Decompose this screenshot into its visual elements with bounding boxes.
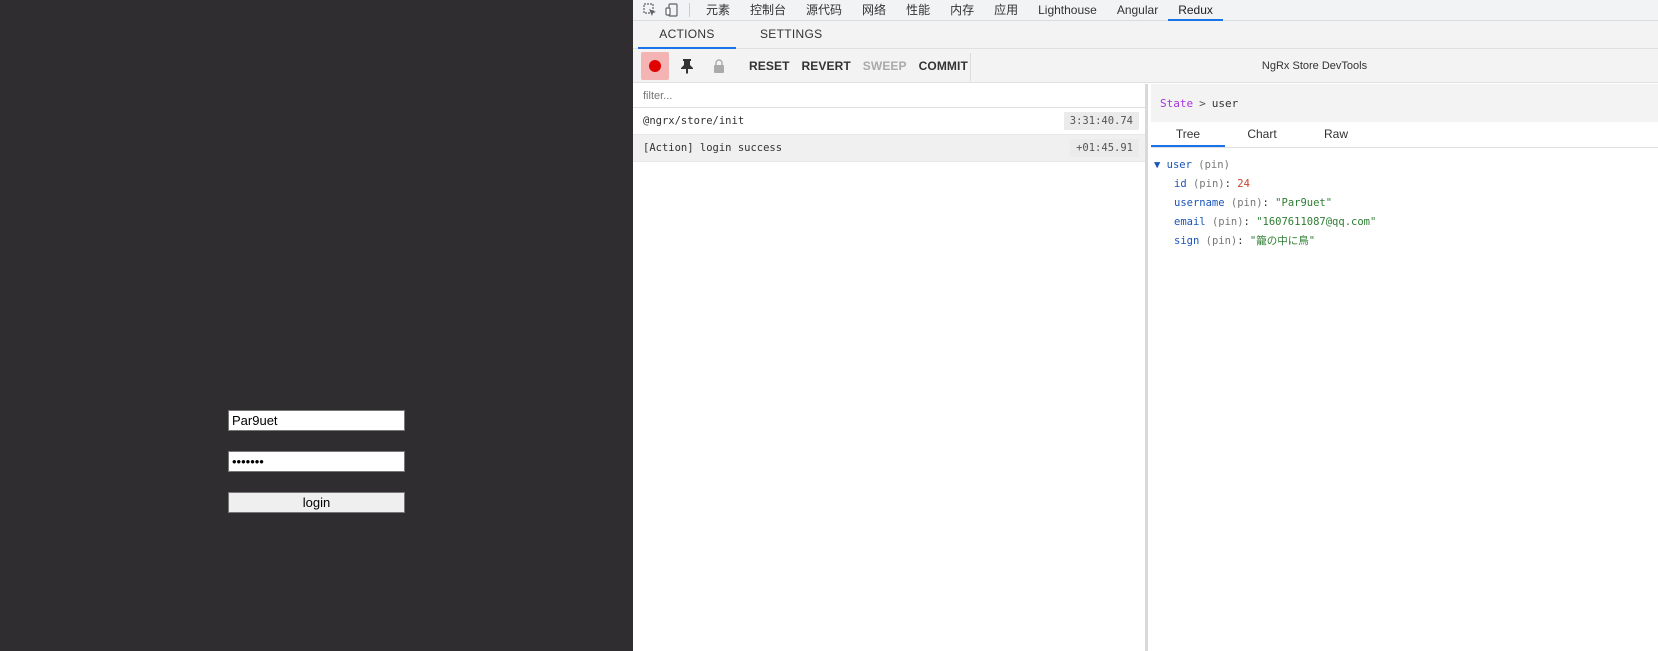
- panel-tab-redux-label: Redux: [1178, 2, 1213, 17]
- tree-key: sign: [1174, 235, 1200, 247]
- action-row[interactable]: @ngrx/store/init 3:31:40.74: [633, 108, 1145, 135]
- state-view-tabs: Tree Chart Raw: [1151, 122, 1658, 148]
- tree-node-sign: sign (pin): "籠の中に鳥": [1154, 232, 1658, 251]
- inspect-element-icon[interactable]: [639, 0, 661, 20]
- lock-button[interactable]: [705, 52, 733, 80]
- tree-colon: :: [1224, 178, 1231, 190]
- panel-tab-performance[interactable]: 性能: [896, 0, 940, 21]
- breadcrumb-separator: >: [1199, 96, 1206, 110]
- panel-tab-application[interactable]: 应用: [984, 0, 1028, 21]
- sweep-button[interactable]: SWEEP: [863, 59, 907, 73]
- tab-chart[interactable]: Chart: [1225, 122, 1299, 147]
- tab-raw[interactable]: Raw: [1299, 122, 1373, 147]
- pin-button[interactable]: [673, 52, 701, 80]
- tree-key: username: [1174, 197, 1225, 209]
- devtools-panel: 元素 控制台 源代码 网络 性能 内存 应用 Lighthouse Angula…: [633, 0, 1658, 651]
- action-time[interactable]: 3:31:40.74: [1063, 112, 1139, 130]
- breadcrumb-current: user: [1211, 96, 1239, 110]
- action-type: @ngrx/store/init: [643, 115, 745, 127]
- tree-pin[interactable]: (pin): [1193, 178, 1225, 190]
- tree-key: user: [1166, 159, 1192, 171]
- tree-colon: :: [1243, 216, 1250, 228]
- devtools-title-text: NgRx Store DevTools: [1261, 60, 1368, 72]
- reset-button[interactable]: RESET: [749, 59, 790, 73]
- tree-pin[interactable]: (pin): [1206, 235, 1238, 247]
- tree-node-id: id (pin): 24: [1154, 175, 1658, 194]
- panel-tab-memory[interactable]: 内存: [940, 0, 984, 21]
- tree-colon: :: [1262, 197, 1269, 209]
- password-input[interactable]: [228, 451, 405, 472]
- app-viewport: login: [0, 0, 633, 651]
- toolbar-divider: [689, 3, 690, 17]
- action-list-pane: @ngrx/store/init 3:31:40.74 [Action] log…: [633, 84, 1148, 651]
- pin-icon: [681, 58, 693, 74]
- tab-tree[interactable]: Tree: [1151, 122, 1225, 147]
- action-row[interactable]: [Action] login success +01:45.91: [633, 135, 1145, 162]
- tree-node-user[interactable]: ▼ user (pin): [1154, 156, 1658, 175]
- username-input[interactable]: [228, 410, 405, 431]
- tab-actions[interactable]: ACTIONS: [638, 21, 736, 49]
- record-icon: [649, 59, 661, 72]
- record-button[interactable]: [641, 51, 669, 80]
- tree-pin[interactable]: (pin): [1198, 159, 1230, 171]
- tree-node-email: email (pin): "1607611087@qq.com": [1154, 213, 1658, 232]
- state-inspector-pane: State > user Tree Chart Raw ▼ user (pin)…: [1151, 84, 1658, 651]
- revert-button[interactable]: REVERT: [802, 59, 851, 73]
- login-button[interactable]: login: [228, 492, 405, 513]
- tree-node-username: username (pin): "Par9uet": [1154, 194, 1658, 213]
- panel-tab-angular[interactable]: Angular: [1107, 0, 1168, 21]
- expand-arrow-icon[interactable]: ▼: [1154, 159, 1160, 171]
- tree-value: 24: [1237, 178, 1250, 190]
- action-type: [Action] login success: [643, 142, 783, 154]
- lock-icon: [714, 58, 724, 73]
- breadcrumb: State > user: [1151, 84, 1658, 122]
- tree-value: "Par9uet": [1275, 197, 1333, 209]
- action-time[interactable]: +01:45.91: [1070, 139, 1139, 157]
- panel-tab-lighthouse[interactable]: Lighthouse: [1028, 0, 1107, 21]
- devtools-panel-tabbar: 元素 控制台 源代码 网络 性能 内存 应用 Lighthouse Angula…: [633, 0, 1658, 21]
- panel-tab-elements[interactable]: 元素: [696, 0, 740, 21]
- devtools-title: NgRx Store DevTools: [970, 53, 1658, 81]
- state-tree: ▼ user (pin) id (pin): 24 username (pin)…: [1151, 148, 1658, 251]
- breadcrumb-root[interactable]: State: [1160, 97, 1193, 110]
- redux-toolbar: RESET REVERT SWEEP COMMIT NgRx Store Dev…: [633, 49, 1658, 83]
- commit-button[interactable]: COMMIT: [919, 59, 968, 73]
- panel-tab-network[interactable]: 网络: [852, 0, 896, 21]
- device-toggle-icon[interactable]: [661, 0, 683, 20]
- panel-tab-redux[interactable]: Redux: [1168, 0, 1223, 21]
- filter-input[interactable]: [633, 84, 1145, 108]
- tree-pin[interactable]: (pin): [1231, 197, 1263, 209]
- tab-settings[interactable]: SETTINGS: [736, 21, 846, 49]
- tree-value: "籠の中に鳥": [1249, 235, 1316, 247]
- panel-tab-console[interactable]: 控制台: [740, 0, 796, 21]
- tree-key: email: [1174, 216, 1206, 228]
- redux-tabbar: ACTIONS SETTINGS: [633, 21, 1658, 49]
- tree-key: id: [1174, 178, 1187, 190]
- tree-value: "1607611087@qq.com": [1256, 216, 1377, 228]
- panel-tab-sources[interactable]: 源代码: [796, 0, 852, 21]
- tree-pin[interactable]: (pin): [1212, 216, 1244, 228]
- tree-colon: :: [1237, 235, 1244, 247]
